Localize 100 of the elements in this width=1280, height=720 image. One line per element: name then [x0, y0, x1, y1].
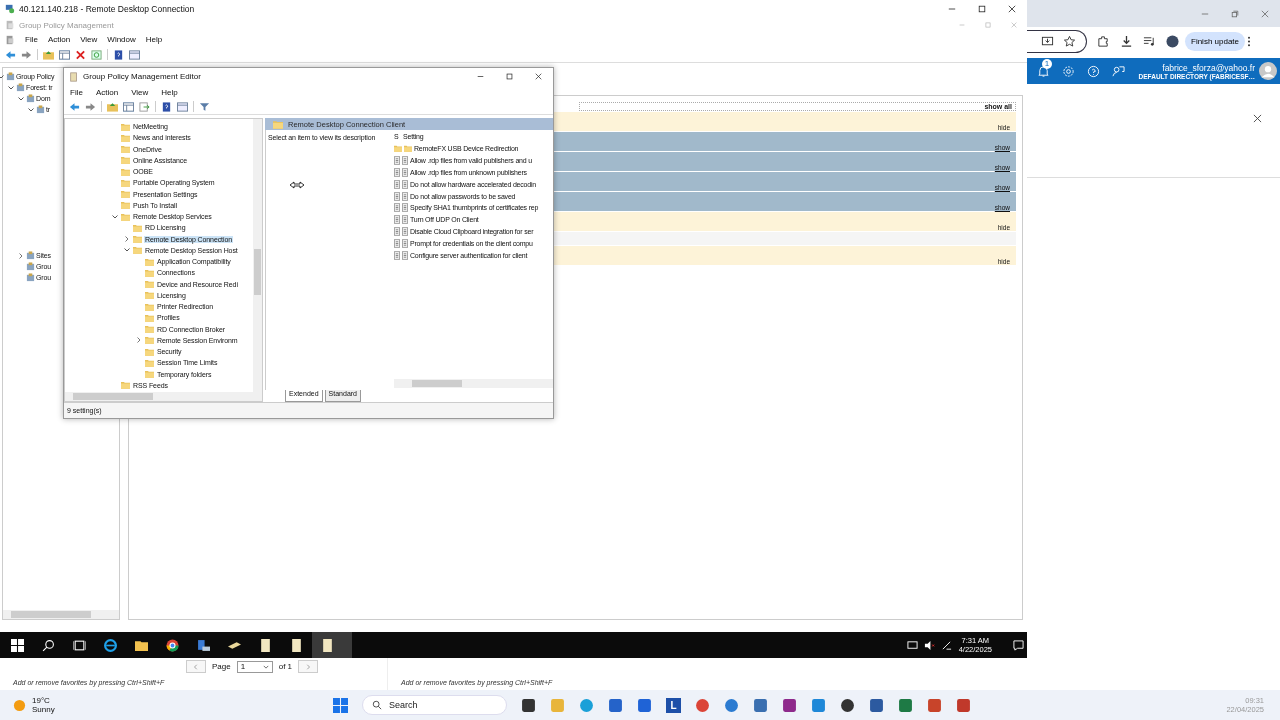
menu-item[interactable]: View — [80, 35, 98, 44]
search-icon — [372, 700, 382, 710]
folder-icon — [273, 119, 283, 129]
policy-icon — [394, 179, 400, 189]
chevron-right-icon[interactable] — [135, 336, 143, 345]
chevron-right-icon[interactable] — [123, 235, 131, 244]
refresh-icon[interactable] — [91, 49, 102, 60]
back-arrow-icon[interactable] — [5, 49, 16, 60]
folder-icon — [121, 167, 130, 176]
folder-icon — [145, 358, 154, 367]
finish-update-button[interactable]: Finish update — [1185, 32, 1246, 51]
back-arrow-icon[interactable] — [69, 101, 80, 112]
scrollbar[interactable] — [3, 610, 119, 619]
close-icon[interactable] — [535, 73, 542, 80]
help-icon[interactable] — [113, 49, 124, 60]
menu-item[interactable]: Help — [145, 35, 163, 44]
windows-logo-icon[interactable] — [11, 638, 24, 652]
settings-icon[interactable] — [1062, 64, 1075, 78]
search-field[interactable]: Search — [362, 695, 507, 715]
browser-icon[interactable] — [104, 638, 117, 652]
page-total: of 1 — [278, 662, 293, 671]
menu-item[interactable]: Action — [95, 87, 119, 97]
policy-icon — [402, 191, 408, 201]
search-icon[interactable] — [42, 638, 55, 652]
document-icon[interactable] — [321, 638, 334, 652]
domain-icon — [26, 94, 35, 103]
caret-icon — [262, 663, 269, 670]
help-icon[interactable] — [161, 101, 172, 112]
folder-icon — [121, 178, 130, 187]
help-icon[interactable] — [1087, 64, 1100, 78]
scrollbar[interactable] — [253, 119, 262, 392]
download-icon[interactable] — [1120, 35, 1133, 48]
folder-icon — [145, 313, 154, 322]
document-icon[interactable] — [290, 638, 303, 652]
close-icon[interactable] — [1008, 5, 1016, 13]
more-icon[interactable] — [1247, 36, 1252, 47]
install-icon[interactable] — [1041, 35, 1054, 48]
avatar-icon[interactable] — [1259, 62, 1277, 80]
avatar-icon[interactable] — [1166, 35, 1179, 48]
policy-icon — [394, 168, 400, 177]
chevron-down-icon[interactable] — [27, 105, 35, 114]
chevron-down-icon[interactable] — [111, 212, 119, 221]
forward-arrow-icon[interactable] — [21, 49, 32, 60]
menu-item[interactable]: File — [25, 35, 38, 44]
app-tile-icon[interactable]: L — [666, 697, 681, 713]
task-view-icon[interactable] — [73, 638, 86, 652]
scrollbar[interactable] — [65, 392, 262, 401]
panel-icon[interactable] — [123, 101, 134, 112]
folder-up-icon[interactable] — [107, 101, 118, 112]
menu-item[interactable]: Help — [161, 87, 178, 97]
chevron-right-icon — [305, 663, 312, 670]
policy-icon — [402, 179, 408, 189]
feedback-icon[interactable] — [1112, 64, 1125, 78]
folder-icon — [121, 145, 130, 154]
menu-item[interactable]: Window — [107, 35, 136, 44]
folder-icon — [133, 235, 142, 244]
monitor-icon[interactable] — [906, 639, 918, 651]
bell-icon[interactable] — [1037, 64, 1050, 78]
folder-icon — [121, 381, 130, 390]
maximize-icon[interactable] — [506, 73, 513, 80]
chevron-down-icon[interactable] — [17, 94, 25, 103]
policy-icon — [394, 250, 400, 260]
scrollbar[interactable] — [394, 379, 553, 388]
panel-icon[interactable] — [59, 49, 70, 60]
page-label: Page — [212, 662, 231, 671]
policy-icon — [394, 191, 400, 201]
forward-arrow-icon[interactable] — [85, 101, 96, 112]
notification-icon[interactable] — [1013, 639, 1024, 651]
media-icon[interactable] — [1143, 35, 1156, 48]
folder-icon[interactable] — [135, 638, 148, 652]
chevron-down-icon[interactable] — [7, 83, 15, 92]
remote-desktop-icon — [5, 4, 15, 14]
export-icon[interactable] — [139, 101, 150, 112]
menu-item[interactable]: View — [131, 87, 149, 97]
window-title: Group Policy Management — [19, 20, 114, 30]
extension-icon[interactable] — [1097, 35, 1110, 48]
chevron-right-icon[interactable] — [17, 251, 25, 260]
speaker-icon[interactable] — [923, 639, 935, 651]
restore-icon[interactable] — [1231, 9, 1239, 18]
account-email[interactable]: fabrice_sforza@yahoo.fr — [1162, 62, 1255, 73]
close-icon[interactable] — [1253, 114, 1262, 123]
server-icon[interactable] — [197, 638, 210, 652]
folder-icon — [121, 212, 130, 221]
chrome-icon[interactable] — [166, 638, 179, 652]
folder-icon — [145, 291, 154, 300]
menu-item[interactable]: Action — [47, 35, 71, 44]
maximize-icon[interactable] — [978, 5, 986, 13]
page-select[interactable]: 1 — [236, 660, 273, 673]
menu-item[interactable]: File — [70, 87, 83, 97]
star-icon[interactable] — [1063, 35, 1076, 48]
properties-icon[interactable] — [177, 101, 188, 112]
folder-icon — [133, 223, 142, 232]
document-icon[interactable] — [259, 638, 272, 652]
delete-icon[interactable] — [75, 49, 86, 60]
chevron-down-icon[interactable] — [0, 72, 5, 81]
resize-cursor-icon — [289, 181, 305, 189]
gpm-icon — [5, 34, 15, 45]
minimize-icon[interactable] — [477, 73, 484, 80]
folder-up-icon[interactable] — [43, 49, 54, 60]
properties-icon[interactable] — [129, 49, 140, 60]
